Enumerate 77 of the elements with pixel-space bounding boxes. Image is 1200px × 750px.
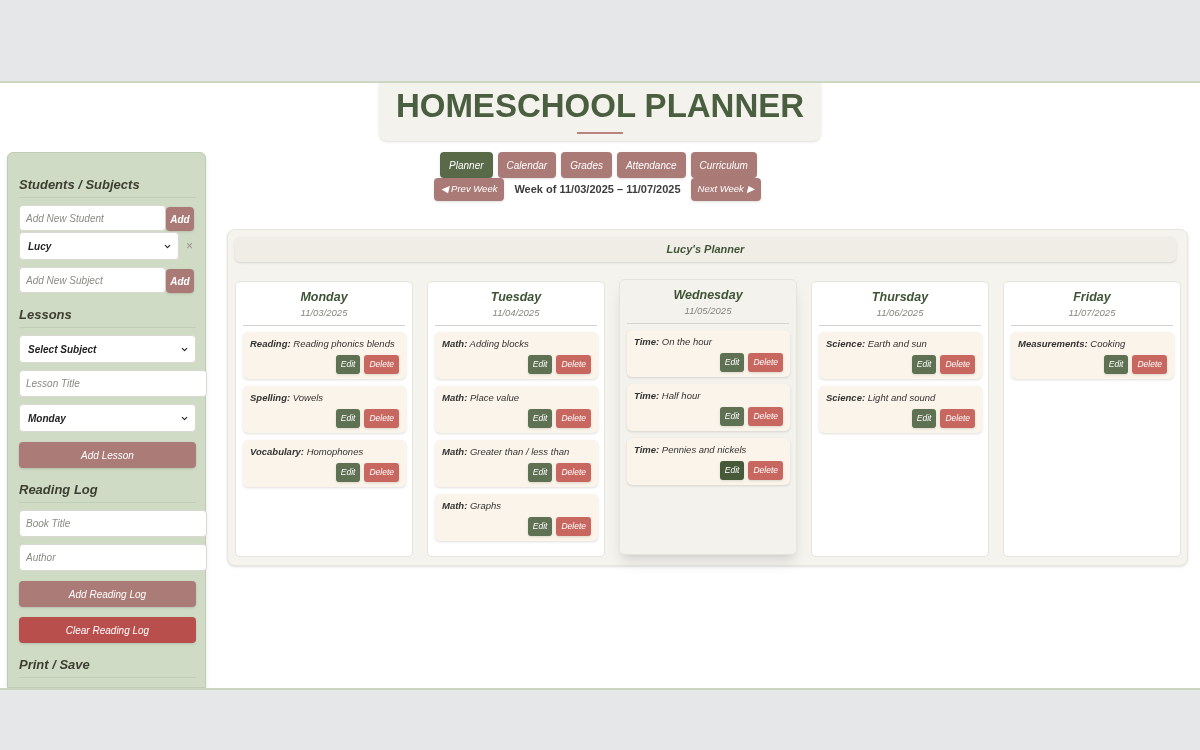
section-heading: Lessons — [19, 307, 73, 323]
delete-button[interactable]: Delete — [556, 409, 591, 428]
edit-button[interactable]: Edit — [719, 353, 745, 372]
edit-button[interactable]: Edit — [335, 355, 361, 374]
action-button[interactable]: Add Lesson — [19, 442, 196, 468]
edit-button[interactable]: Edit — [527, 463, 553, 482]
delete-button[interactable]: Delete — [1132, 355, 1167, 374]
add-button[interactable]: Add — [166, 207, 194, 231]
dropdown[interactable]: Monday — [19, 404, 196, 432]
lesson-text: Math: Place value — [442, 392, 521, 404]
lesson-text: Math: Graphs — [442, 500, 503, 512]
day-date: 11/07/2025 — [1068, 307, 1116, 319]
section-heading: Print / Save — [19, 657, 91, 673]
add-button[interactable]: Add — [166, 269, 194, 293]
nav-tab[interactable]: Curriculum — [690, 152, 757, 178]
day-name: Thursday — [871, 289, 929, 305]
edit-button[interactable]: Edit — [719, 407, 745, 426]
edit-button[interactable]: Edit — [335, 409, 361, 428]
delete-button[interactable]: Delete — [748, 407, 783, 426]
lesson-text: Measurements: Cooking — [1018, 338, 1127, 350]
day-name: Monday — [300, 289, 348, 305]
lesson-text: Math: Adding blocks — [442, 338, 530, 350]
dropdown[interactable]: Select Subject — [19, 335, 196, 363]
text-input[interactable]: Book Title — [19, 510, 207, 537]
day-name: Wednesday — [673, 287, 743, 303]
section-heading: Students / Subjects — [19, 177, 141, 193]
next-week-button[interactable]: Next Week ▶ — [690, 178, 761, 201]
nav-tab[interactable]: Calendar — [497, 152, 557, 178]
edit-button[interactable]: Edit — [719, 461, 745, 480]
remove-button[interactable]: × — [185, 240, 194, 252]
edit-button[interactable]: Edit — [527, 355, 553, 374]
app-title: HOMESCHOOL PLANNER — [395, 86, 805, 126]
day-date: 11/05/2025 — [684, 305, 732, 317]
day-date: 11/06/2025 — [876, 307, 924, 319]
delete-button[interactable]: Delete — [940, 409, 975, 428]
edit-button[interactable]: Edit — [911, 409, 937, 428]
day-date: 11/04/2025 — [492, 307, 540, 319]
nav-tab[interactable]: Planner — [440, 152, 493, 178]
day-name: Friday — [1073, 289, 1111, 305]
prev-week-button[interactable]: ◀ Prev Week — [434, 178, 505, 201]
delete-button[interactable]: Delete — [556, 517, 591, 536]
delete-button[interactable]: Delete — [748, 461, 783, 480]
delete-button[interactable]: Delete — [556, 463, 591, 482]
planner-title: Lucy's Planner — [666, 242, 745, 258]
text-input[interactable]: Add New Subject — [19, 267, 166, 293]
day-date: 11/03/2025 — [300, 307, 348, 319]
delete-button[interactable]: Delete — [940, 355, 975, 374]
lesson-text: Time: Half hour — [634, 390, 702, 402]
delete-button[interactable]: Delete — [364, 409, 399, 428]
week-range-label: Week of 11/03/2025 – 11/07/2025 — [514, 182, 681, 198]
lesson-text: Reading: Reading phonics blends — [250, 338, 396, 350]
edit-button[interactable]: Edit — [527, 517, 553, 536]
nav-tab[interactable]: Attendance — [616, 152, 686, 178]
lesson-text: Science: Earth and sun — [826, 338, 928, 350]
edit-button[interactable]: Edit — [527, 409, 553, 428]
action-button[interactable]: Add Reading Log — [19, 581, 196, 607]
dropdown[interactable]: Lucy — [19, 232, 179, 260]
lesson-text: Science: Light and sound — [826, 392, 937, 404]
lesson-text: Math: Greater than / less than — [442, 446, 571, 458]
lesson-text: Spelling: Vowels — [250, 392, 325, 404]
edit-button[interactable]: Edit — [335, 463, 361, 482]
lesson-text: Time: Pennies and nickels — [634, 444, 748, 456]
delete-button[interactable]: Delete — [364, 355, 399, 374]
section-heading: Reading Log — [19, 482, 99, 498]
delete-button[interactable]: Delete — [556, 355, 591, 374]
text-input[interactable]: Add New Student — [19, 205, 166, 231]
lesson-text: Time: On the hour — [634, 336, 713, 348]
edit-button[interactable]: Edit — [1103, 355, 1129, 374]
lesson-text: Vocabulary: Homophones — [250, 446, 365, 458]
text-input[interactable]: Author — [19, 544, 207, 571]
edit-button[interactable]: Edit — [911, 355, 937, 374]
delete-button[interactable]: Delete — [748, 353, 783, 372]
text-input[interactable]: Lesson Title — [19, 370, 207, 397]
delete-button[interactable]: Delete — [364, 463, 399, 482]
day-name: Tuesday — [490, 289, 542, 305]
clear-button[interactable]: Clear Reading Log — [19, 617, 196, 643]
nav-tab[interactable]: Grades — [561, 152, 612, 178]
